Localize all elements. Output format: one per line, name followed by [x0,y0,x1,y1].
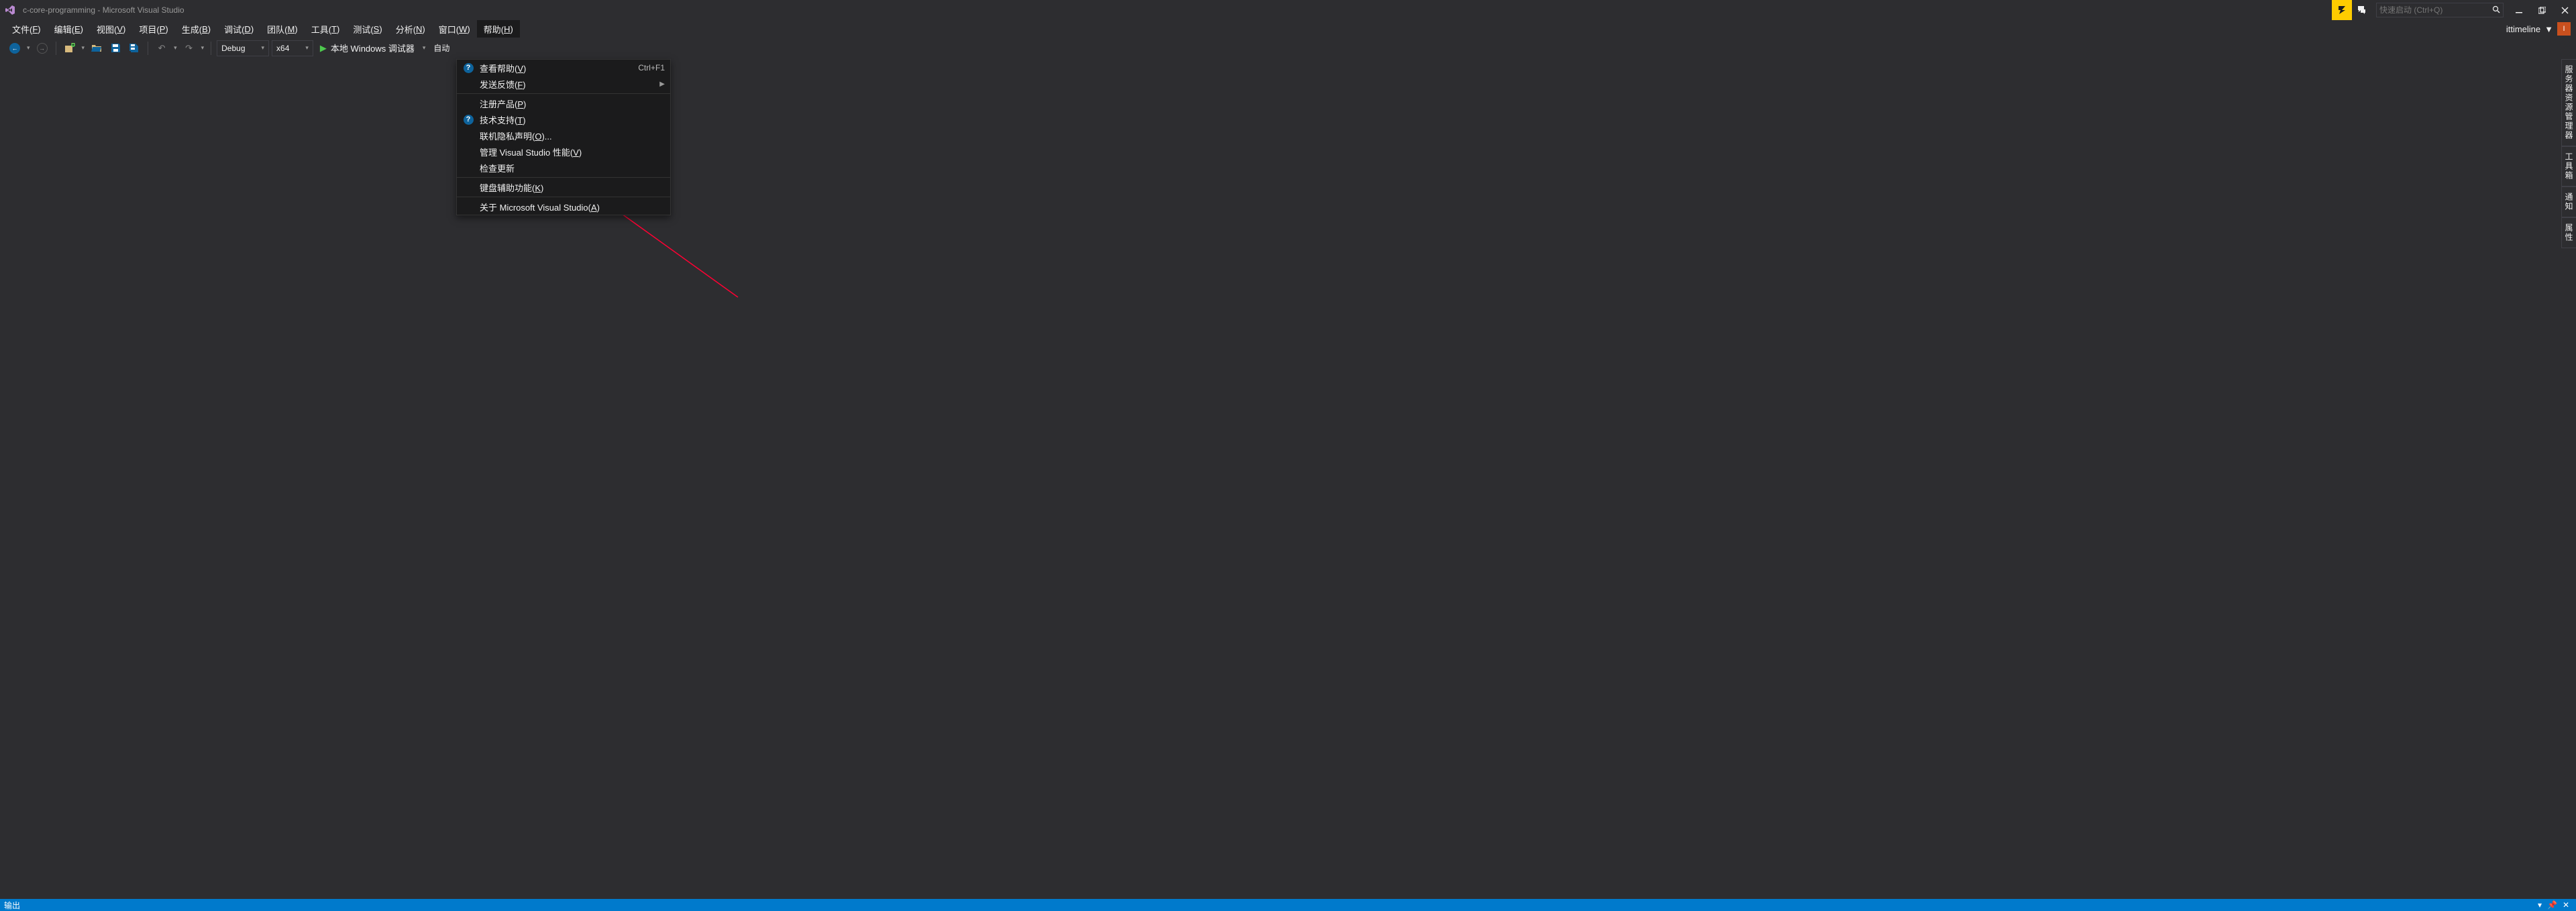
title-bar: c-core-programming - Microsoft Visual St… [0,0,2576,20]
editor-area: ? 查看帮助(V) Ctrl+F1 发送反馈(F) ▶ 注册产品(P)? 技术支持(T) 联机… [0,59,2576,899]
help-dropdown-menu: ? 查看帮助(V) Ctrl+F1 发送反馈(F) ▶ 注册产品(P)? 技术支持(T) 联机… [456,59,671,215]
help-item[interactable]: 关于 Microsoft Visual Studio(A) [457,199,670,215]
help-item-label: 管理 Visual Studio 性能(V) [480,146,665,158]
help-item-label: 发送反馈(F) [480,78,654,91]
maximize-button[interactable] [2530,0,2553,20]
menu-工具[interactable]: 工具(T) [305,20,347,38]
help-item[interactable]: 联机隐私声明(O)... [457,127,670,144]
chevron-down-icon: ▾ [262,44,265,52]
chevron-down-icon: ▾ [305,44,309,52]
output-panel-header[interactable]: 输出 ▾ 📌 ✕ [0,899,2576,911]
help-item[interactable]: 管理 Visual Studio 性能(V) [457,144,670,160]
save-all-button[interactable] [126,40,142,56]
chevron-down-icon: ▼ [2544,24,2553,34]
menu-窗口[interactable]: 窗口(W) [432,20,477,38]
help-question-icon: ? [464,63,474,73]
dock-tab[interactable]: 属性 [2561,217,2576,248]
chevron-down-icon[interactable]: ▾ [25,44,32,52]
account-menu[interactable]: ittimeline ▼ I [2501,20,2576,38]
start-debugging-label: 本地 Windows 调试器 [331,42,415,54]
redo-button[interactable]: ↷ [181,40,197,56]
help-item-label: 检查更新 [480,162,665,174]
submenu-arrow-icon: ▶ [659,81,665,88]
debug-type-combo[interactable]: 自动 [429,40,453,56]
output-panel-title: 输出 [4,900,20,911]
navigate-forward-button[interactable]: → [34,40,50,56]
menu-文件[interactable]: 文件(F) [5,20,48,38]
chevron-down-icon[interactable]: ▾ [421,44,427,52]
menu-测试[interactable]: 测试(S) [346,20,388,38]
new-project-button[interactable]: ✦ [62,40,78,56]
menu-团队[interactable]: 团队(M) [260,20,305,38]
vs-logo-icon [0,5,20,15]
standard-toolbar: ← ▾ → ✦ ▾ ↶ ▾ ↷ ▾ Debug ▾ x64 ▾ ▶ 本地 Windo… [0,38,2576,59]
menu-帮助[interactable]: 帮助(H) [477,20,520,38]
svg-text:✦: ✦ [71,43,74,48]
navigate-back-button[interactable]: ← [7,40,23,56]
help-item[interactable]: 注册产品(P) [457,95,670,111]
start-debugging-button[interactable]: ▶ 本地 Windows 调试器 [316,40,419,56]
solution-platform-value: x64 [276,44,289,53]
play-icon: ▶ [320,43,327,54]
chevron-down-icon[interactable]: ▾ [200,44,206,52]
menu-分析[interactable]: 分析(N) [389,20,432,38]
solution-config-combo[interactable]: Debug ▾ [217,40,269,56]
right-dock: 服务器资源管理器工具箱通知属性 [2561,59,2576,248]
help-item[interactable]: 发送反馈(F) ▶ [457,76,670,92]
menu-bar: 文件(F)编辑(E)视图(V)项目(P)生成(B)调试(D)团队(M)工具(T)… [0,20,2576,38]
help-item[interactable]: ? 查看帮助(V) Ctrl+F1 [457,60,670,76]
minimize-button[interactable] [2508,0,2530,20]
dock-tab[interactable]: 服务器资源管理器 [2561,59,2576,146]
menu-调试[interactable]: 调试(D) [217,20,260,38]
help-item-label: 联机隐私声明(O)... [480,129,665,142]
help-item-shortcut: Ctrl+F1 [638,63,665,72]
menu-编辑[interactable]: 编辑(E) [48,20,90,38]
help-item[interactable]: ? 技术支持(T) [457,111,670,127]
chevron-down-icon[interactable]: ▾ [172,44,178,52]
menu-视图[interactable]: 视图(V) [90,20,132,38]
notification-flag-button[interactable] [2332,0,2352,20]
account-name: ittimeline [2506,24,2540,34]
window-title: c-core-programming - Microsoft Visual St… [20,5,184,15]
help-question-icon: ? [464,115,474,125]
solution-config-value: Debug [221,44,245,53]
search-icon[interactable] [2492,5,2500,15]
help-item-label: 关于 Microsoft Visual Studio(A) [480,201,665,213]
undo-button[interactable]: ↶ [154,40,170,56]
dock-tab[interactable]: 通知 [2561,186,2576,217]
solution-platform-combo[interactable]: x64 ▾ [272,40,313,56]
open-file-button[interactable] [89,40,105,56]
help-item[interactable]: 键盘辅助功能(K) [457,179,670,195]
help-item-label: 注册产品(P) [480,97,665,110]
help-item-label: 键盘辅助功能(K) [480,181,665,194]
help-item-label: 查看帮助(V) [480,62,633,74]
quick-launch-input[interactable] [2379,5,2492,15]
menu-生成[interactable]: 生成(B) [175,20,217,38]
chevron-down-icon[interactable]: ▾ [80,44,87,52]
dock-tab[interactable]: 工具箱 [2561,146,2576,186]
close-button[interactable] [2553,0,2576,20]
help-item[interactable]: 检查更新 [457,160,670,176]
pin-icon[interactable]: 📌 [2544,900,2560,910]
save-button[interactable] [107,40,123,56]
menu-项目[interactable]: 项目(P) [132,20,174,38]
account-badge: I [2557,22,2571,36]
help-item-label: 技术支持(T) [480,113,665,126]
chevron-down-icon[interactable]: ▾ [2535,900,2544,910]
feedback-icon[interactable] [2352,0,2372,20]
quick-launch-box[interactable] [2376,3,2504,17]
close-icon[interactable]: ✕ [2560,900,2572,910]
debug-type-value: 自动 [433,42,449,54]
